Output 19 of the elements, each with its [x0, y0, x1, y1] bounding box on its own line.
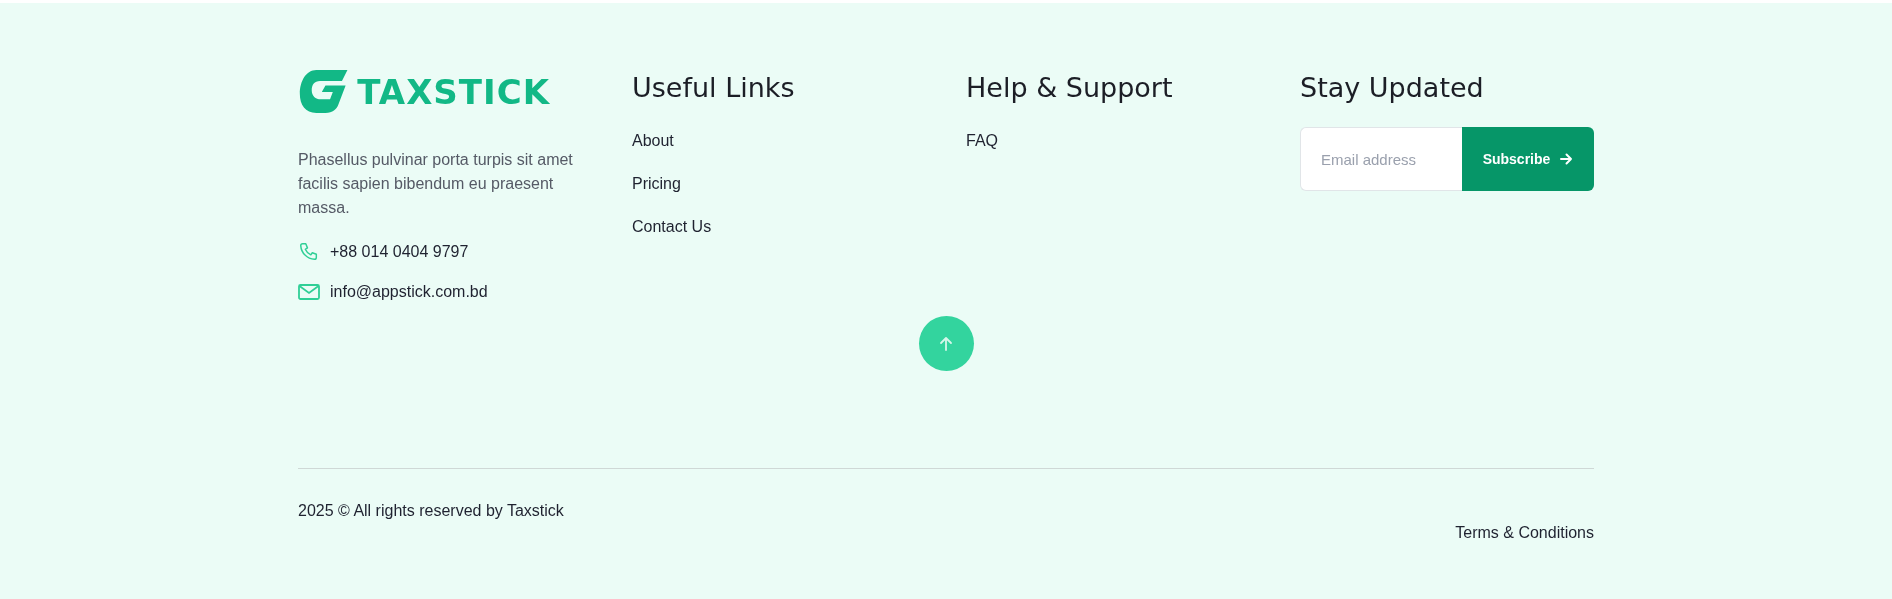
- footer-link[interactable]: About: [632, 130, 966, 151]
- subscribe-button[interactable]: Subscribe: [1462, 127, 1594, 191]
- arrow-up-icon: [937, 334, 955, 353]
- column-heading: Stay Updated: [1300, 71, 1485, 105]
- email-link[interactable]: info@appstick.com.bd: [330, 283, 488, 301]
- phone-link[interactable]: +88 014 0404 9797: [330, 243, 469, 261]
- footer-link[interactable]: Pricing: [632, 173, 966, 194]
- terms-link[interactable]: Terms & Conditions: [1455, 523, 1594, 543]
- arrow-right-icon: [1560, 153, 1574, 165]
- envelope-icon: [298, 283, 320, 301]
- column-heading: Useful Links: [632, 71, 796, 105]
- footer-link[interactable]: FAQ: [966, 130, 1300, 151]
- back-to-top-button[interactable]: [918, 316, 974, 371]
- footer-link[interactable]: Contact Us: [632, 216, 966, 237]
- copyright-text: 2025 © All rights reserved by Taxstick: [298, 501, 564, 521]
- phone-icon: [298, 241, 320, 263]
- company-description: Phasellus pulvinar porta turpis sit amet facilis sapien bibendum eu praesent massa.: [298, 150, 574, 218]
- column-heading: Help & Support: [966, 71, 1174, 105]
- email-field[interactable]: Email address: [1300, 127, 1462, 191]
